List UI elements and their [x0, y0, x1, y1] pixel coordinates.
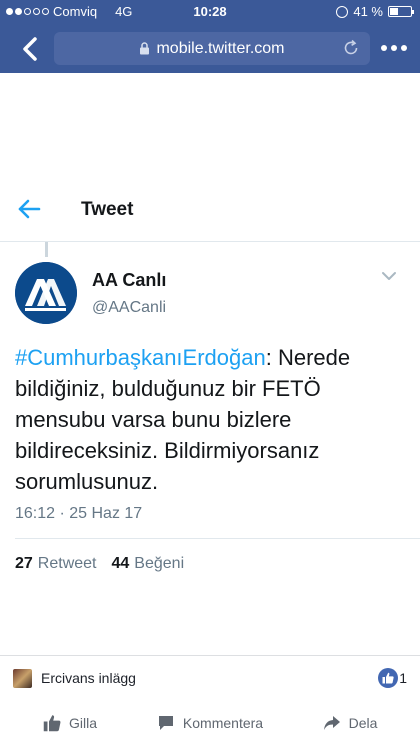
aa-logo-icon — [15, 262, 77, 324]
back-arrow-icon[interactable] — [16, 196, 42, 222]
url-text: mobile.twitter.com — [156, 39, 285, 57]
page-title: Tweet — [81, 199, 134, 220]
comment-label: Kommentera — [182, 714, 264, 731]
reload-icon[interactable] — [342, 39, 360, 57]
tweet-stats: 27 Retweet 44 Beğeni — [15, 555, 184, 573]
likes-label: Beğeni — [134, 555, 185, 572]
author-name[interactable]: AA Canlı — [92, 270, 166, 291]
tweet-timestamp: 16:12 · 25 Haz 17 — [15, 505, 143, 522]
reactions-count: 1 — [399, 670, 407, 686]
thumbs-up-icon — [43, 714, 61, 731]
author-handle[interactable]: @AACanli — [92, 299, 166, 317]
poster-avatar[interactable] — [13, 669, 32, 688]
share-label: Dela — [348, 714, 378, 731]
battery-percent: 41 % — [353, 4, 383, 19]
like-label: Gilla — [68, 714, 97, 731]
divider — [15, 538, 420, 539]
share-button[interactable]: Dela — [280, 700, 420, 745]
status-bar: Comviq 4G 10:28 41 % — [0, 0, 420, 24]
facebook-actions: Gilla Kommentera Dela — [0, 700, 420, 745]
share-arrow-icon — [323, 715, 340, 730]
hashtag-link[interactable]: #CumhurbaşkanıErdoğan — [15, 345, 266, 370]
comment-button[interactable]: Kommentera — [140, 700, 280, 745]
likes-count: 44 — [111, 555, 130, 572]
tweet-header: Tweet — [0, 182, 420, 242]
thumbs-up-icon — [382, 672, 394, 684]
browser-back-icon[interactable] — [16, 34, 46, 64]
chevron-down-icon[interactable] — [381, 270, 397, 282]
comment-icon — [158, 715, 173, 730]
thread-connector — [45, 242, 48, 257]
like-reaction-icon[interactable] — [378, 668, 398, 688]
battery-icon — [388, 6, 414, 17]
retweets-stat[interactable]: 27 Retweet — [15, 555, 97, 573]
rotation-lock-icon — [336, 5, 349, 18]
post-author[interactable]: Ercivans inlägg — [41, 670, 136, 686]
status-right: 41 % — [336, 4, 414, 19]
browser-bar: mobile.twitter.com — [0, 24, 420, 73]
retweets-count: 27 — [15, 555, 33, 572]
like-button[interactable]: Gilla — [0, 700, 140, 745]
browser-chrome: Comviq 4G 10:28 41 % mobile.twitter.com — [0, 0, 420, 73]
facebook-post-bar: Ercivans inlägg 1 — [0, 656, 420, 700]
likes-stat[interactable]: 44 Beğeni — [112, 555, 185, 573]
lock-icon — [140, 42, 150, 55]
more-options-icon[interactable] — [378, 38, 410, 58]
address-bar[interactable]: mobile.twitter.com — [54, 32, 370, 65]
avatar[interactable] — [15, 262, 77, 324]
tweet-text: #CumhurbaşkanıErdoğan: Nerede bildiğiniz… — [15, 342, 410, 497]
retweets-label: Retweet — [37, 555, 97, 572]
